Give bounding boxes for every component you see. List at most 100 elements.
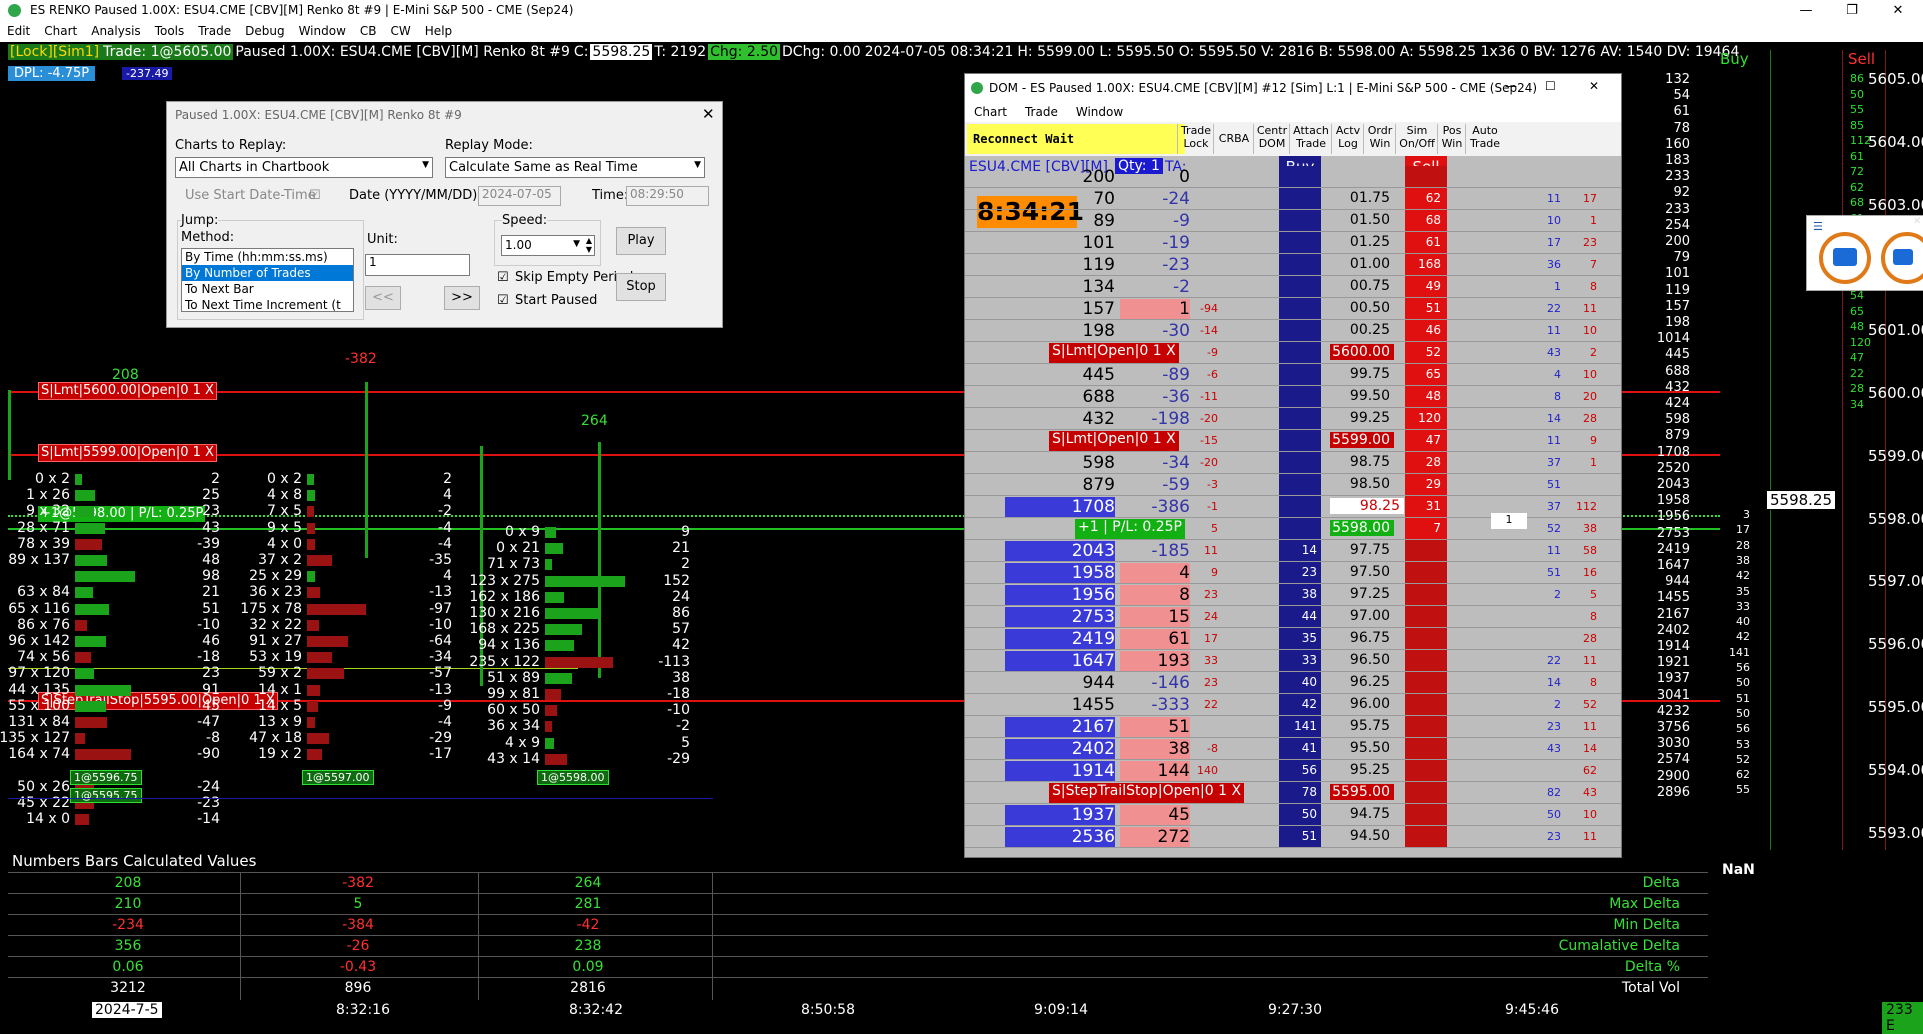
- dom-price-cell[interactable]: 5599.00: [1330, 432, 1394, 448]
- menu-cw[interactable]: CW: [384, 22, 418, 38]
- dom-ask-bg[interactable]: [1405, 584, 1447, 606]
- dom-row[interactable]: S|Lmt|Open|0 1 X -9 5600.00 52 43 2: [965, 342, 1621, 364]
- replay-close-icon[interactable]: ✕: [702, 105, 715, 123]
- dom-price-cell[interactable]: 01.75: [1330, 190, 1394, 206]
- replay-mode-select[interactable]: Calculate Same as Real Time ▼: [445, 157, 705, 178]
- dom-bid-bg[interactable]: [1279, 166, 1321, 188]
- dom-price-cell[interactable]: 99.75: [1330, 366, 1394, 382]
- dom-ask-cell[interactable]: 120: [1405, 411, 1441, 425]
- dom-bid-cell[interactable]: 56: [1279, 763, 1317, 777]
- dom-price-cell[interactable]: 95.75: [1330, 718, 1394, 734]
- dom-ask-cell[interactable]: 68: [1405, 213, 1441, 227]
- restore-button[interactable]: ❐: [1829, 0, 1875, 22]
- dom-bid-cell[interactable]: 51: [1279, 829, 1317, 843]
- stop-button[interactable]: Stop: [616, 273, 666, 301]
- dom-bid-cell[interactable]: 141: [1279, 719, 1317, 733]
- dom-row[interactable]: S|Lmt|Open|0 1 X -15 5599.00 47 11 9: [965, 430, 1621, 452]
- dom-row[interactable]: 1455 -333 22 42 96.00 2 52: [965, 694, 1621, 716]
- menu-cb[interactable]: CB: [353, 22, 384, 38]
- dom-bid-bg[interactable]: [1279, 408, 1321, 430]
- dom-bid-bg[interactable]: [1279, 386, 1321, 408]
- dom-bid-bg[interactable]: [1279, 452, 1321, 474]
- skip-empty-checkbox-icon[interactable]: ☑: [497, 270, 509, 285]
- dom-row[interactable]: 445 -89 -6 99.75 65 4 10: [965, 364, 1621, 386]
- method-option-trades[interactable]: By Number of Trades: [182, 265, 353, 281]
- dom-row[interactable]: 432 -198 -20 99.25 120 14 28: [965, 408, 1621, 430]
- use-start-checkbox-icon[interactable]: ☑: [309, 188, 321, 203]
- dom-close-icon[interactable]: ✕: [1589, 79, 1599, 93]
- speed-select[interactable]: 1.00 ▼ ▲ ▼: [501, 235, 595, 256]
- dom-order-label[interactable]: +1 | P/L: 0.25P: [1075, 519, 1185, 539]
- dom-ask-cell[interactable]: 7: [1405, 521, 1441, 535]
- dom-price-cell[interactable]: 5600.00: [1330, 344, 1394, 360]
- dom-bid-bg[interactable]: [1279, 298, 1321, 320]
- dom-row[interactable]: 2536 272 51 94.50 23 11: [965, 826, 1621, 848]
- dom-ask-bg[interactable]: [1405, 672, 1447, 694]
- start-paused-checkbox-icon[interactable]: ☑: [497, 293, 509, 308]
- dom-row[interactable]: 101 -19 01.25 61 17 23: [965, 232, 1621, 254]
- attach-trade-button[interactable]: Attach Trade: [1289, 124, 1332, 154]
- dom-bid-cell[interactable]: 40: [1279, 675, 1317, 689]
- dom-ladder[interactable]: 200 0 70 -24 01.75 62 11 17 89 -9 01.50 68 10 1 101 -19…: [965, 166, 1621, 857]
- dom-price-cell[interactable]: 01.50: [1330, 212, 1394, 228]
- dom-price-cell[interactable]: 97.00: [1330, 608, 1394, 624]
- dom-bid-cell[interactable]: 44: [1279, 609, 1317, 623]
- dom-bid-bg[interactable]: [1279, 342, 1321, 364]
- dom-row[interactable]: 157 1 -94 00.50 51 22 11: [965, 298, 1621, 320]
- dom-maximize-icon[interactable]: ☐: [1545, 79, 1556, 93]
- dom-bid-cell[interactable]: 42: [1279, 697, 1317, 711]
- dom-ask-cell[interactable]: 61: [1405, 235, 1441, 249]
- video-button[interactable]: [1881, 232, 1923, 284]
- method-option-time[interactable]: By Time (hh:mm:ss.ms): [182, 249, 353, 265]
- dom-ask-bg[interactable]: [1405, 760, 1447, 782]
- dom-ask-bg[interactable]: [1405, 166, 1447, 188]
- ordr-win-button[interactable]: Ordr Win: [1363, 124, 1396, 154]
- dom-row[interactable]: 598 -34 -20 98.75 28 37 1: [965, 452, 1621, 474]
- dom-ask-cell[interactable]: 65: [1405, 367, 1441, 381]
- dom-row[interactable]: 2419 61 17 35 96.75 28: [965, 628, 1621, 650]
- date-input[interactable]: 2024-07-05: [478, 186, 561, 206]
- dom-price-cell[interactable]: 96.25: [1330, 674, 1394, 690]
- sim-toggle-button[interactable]: Sim On/Off: [1395, 124, 1438, 154]
- dom-bid-cell[interactable]: 14: [1279, 543, 1317, 557]
- dom-price-cell[interactable]: 96.50: [1330, 652, 1394, 668]
- dom-row[interactable]: 198 -30 -14 00.25 46 11 10: [965, 320, 1621, 342]
- dom-price-cell[interactable]: 01.25: [1330, 234, 1394, 250]
- dom-bid-cell[interactable]: 23: [1279, 565, 1317, 579]
- dom-bid-bg[interactable]: [1279, 320, 1321, 342]
- spinner-icon[interactable]: ▲ ▼: [586, 236, 592, 254]
- dom-price-cell[interactable]: 01.00: [1330, 256, 1394, 272]
- dom-bid-bg[interactable]: [1279, 276, 1321, 298]
- dom-price-cell[interactable]: 97.25: [1330, 586, 1394, 602]
- dom-price-cell[interactable]: 5598.00: [1330, 520, 1394, 536]
- dom-order-label[interactable]: S|Lmt|Open|0 1 X: [1049, 431, 1179, 451]
- method-option-next-bar[interactable]: To Next Bar: [182, 281, 353, 297]
- dom-ask-cell[interactable]: 48: [1405, 389, 1441, 403]
- dom-ask-bg[interactable]: [1405, 562, 1447, 584]
- dom-bid-bg[interactable]: [1279, 210, 1321, 232]
- lock-status[interactable]: [Lock][Sim1]: [8, 44, 102, 60]
- menu-help[interactable]: Help: [418, 22, 459, 38]
- dom-ask-cell[interactable]: 52: [1405, 345, 1441, 359]
- dom-price-cell[interactable]: 5595.00: [1330, 784, 1394, 800]
- dom-row[interactable]: 2753 15 24 44 97.00 8: [965, 606, 1621, 628]
- dom-row[interactable]: 879 -59 -3 98.50 29 51: [965, 474, 1621, 496]
- dom-bid-bg[interactable]: [1279, 364, 1321, 386]
- dom-price-cell[interactable]: 97.75: [1330, 542, 1394, 558]
- dom-price-cell[interactable]: 99.50: [1330, 388, 1394, 404]
- dom-price-cell[interactable]: 96.00: [1330, 696, 1394, 712]
- unit-input[interactable]: 1: [365, 254, 470, 276]
- dom-ask-bg[interactable]: [1405, 650, 1447, 672]
- dom-ask-cell[interactable]: 51: [1405, 301, 1441, 315]
- dom-price-cell[interactable]: 98.50: [1330, 476, 1394, 492]
- dom-price-cell[interactable]: 97.50: [1330, 564, 1394, 580]
- dom-price-cell[interactable]: 95.50: [1330, 740, 1394, 756]
- dom-row[interactable]: 1914 144 140 56 95.25 62: [965, 760, 1621, 782]
- close-button[interactable]: ✕: [1875, 0, 1921, 22]
- dom-ask-bg[interactable]: [1405, 804, 1447, 826]
- dom-price-cell[interactable]: 94.50: [1330, 828, 1394, 844]
- minimize-button[interactable]: —: [1783, 0, 1829, 22]
- menu-debug[interactable]: Debug: [238, 22, 291, 38]
- dom-row[interactable]: 2167 51 141 95.75 23 11: [965, 716, 1621, 738]
- dom-bid-cell[interactable]: 78: [1279, 785, 1317, 799]
